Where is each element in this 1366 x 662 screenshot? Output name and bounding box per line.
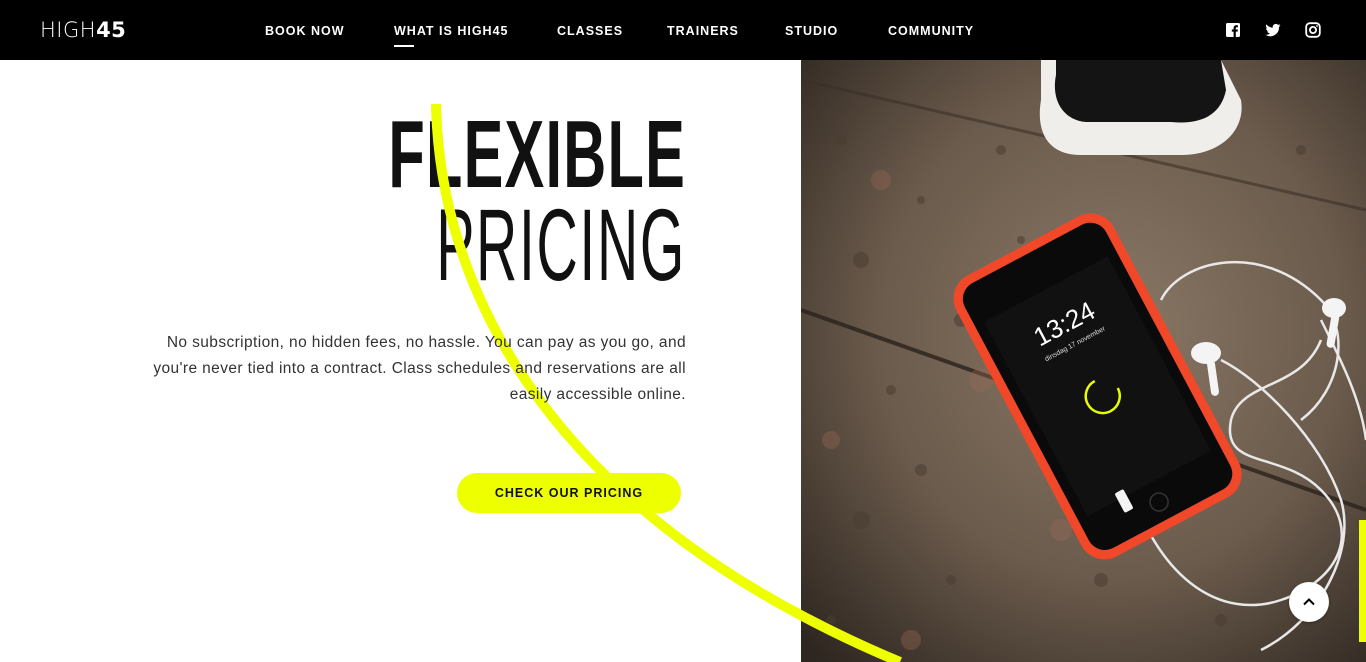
nav-studio[interactable]: STUDIO <box>785 23 838 39</box>
page-title: FLEXIBLE PRICING <box>206 101 686 302</box>
page: HIGH45 BOOK NOW WHAT IS HIGH45 CLASSES T… <box>0 0 1366 662</box>
twitter-icon[interactable] <box>1265 22 1281 38</box>
instagram-icon[interactable] <box>1305 22 1321 38</box>
nav-book-now[interactable]: BOOK NOW <box>265 23 345 39</box>
chevron-up-icon <box>1303 598 1315 606</box>
nav-classes[interactable]: CLASSES <box>557 23 623 39</box>
title-line-pricing: PRICING <box>436 188 686 302</box>
decorative-yellow-edge <box>1359 520 1366 642</box>
nav-trainers[interactable]: TRAINERS <box>667 23 739 39</box>
facebook-icon[interactable] <box>1225 22 1241 38</box>
top-navigation-bar: HIGH45 BOOK NOW WHAT IS HIGH45 CLASSES T… <box>0 0 1366 60</box>
check-our-pricing-button[interactable]: CHECK OUR PRICING <box>457 473 681 513</box>
main-nav: BOOK NOW WHAT IS HIGH45 CLASSES TRAINERS… <box>0 0 1366 60</box>
nav-what-is-high45[interactable]: WHAT IS HIGH45 <box>394 23 508 47</box>
phone-on-steps-photo: 13:24 dinsdag 17 november <box>801 60 1366 662</box>
title-line-flexible: FLEXIBLE <box>388 101 686 208</box>
scroll-to-top-button[interactable] <box>1289 582 1329 622</box>
pricing-description: No subscription, no hidden fees, no hass… <box>153 334 686 403</box>
nav-community[interactable]: COMMUNITY <box>888 23 974 39</box>
